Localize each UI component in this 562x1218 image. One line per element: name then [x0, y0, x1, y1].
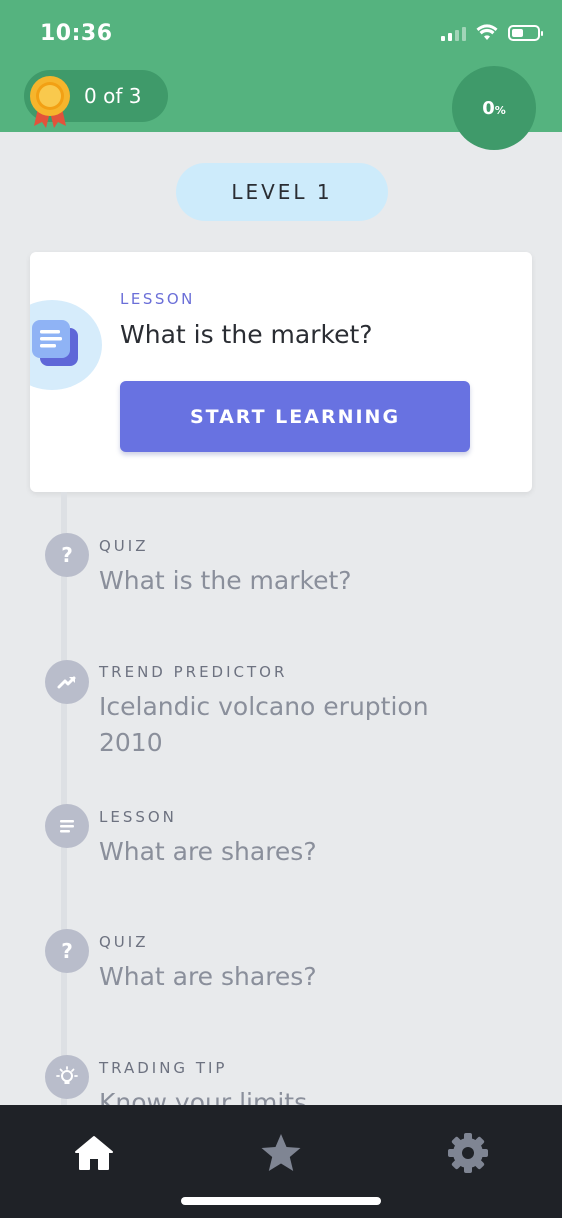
item-type-label: TRADING TIP	[99, 1059, 228, 1077]
status-time: 10:36	[40, 21, 113, 46]
trend-icon	[45, 660, 89, 704]
nav-settings-button[interactable]	[444, 1129, 492, 1177]
item-title: What is the market?	[99, 566, 352, 595]
nav-favorites-button[interactable]	[257, 1129, 305, 1177]
star-icon	[261, 1134, 301, 1171]
item-title: Icelandic volcano eruption 2010	[99, 692, 429, 757]
item-type-label: QUIZ	[99, 933, 149, 951]
badges-counter[interactable]: 0 of 3	[24, 70, 168, 128]
medal-icon	[30, 76, 70, 128]
card-type-label: LESSON	[120, 290, 195, 308]
status-icons	[441, 24, 543, 41]
wifi-icon	[476, 24, 498, 40]
lesson-document-icon	[32, 320, 78, 366]
home-icon	[75, 1136, 113, 1170]
question-icon: ?	[45, 929, 89, 973]
featured-lesson-card[interactable]: LESSON What is the market? START LEARNIN…	[30, 252, 532, 492]
item-title: What are shares?	[99, 962, 317, 991]
badges-count-label: 0 of 3	[84, 84, 142, 108]
card-title: What is the market?	[120, 320, 373, 349]
question-icon: ?	[45, 533, 89, 577]
progress-circle[interactable]: 0%	[452, 66, 536, 150]
signal-icon	[441, 25, 466, 41]
level-pill[interactable]: LEVEL 1	[176, 163, 388, 221]
gear-icon	[448, 1133, 488, 1173]
progress-unit: %	[494, 103, 506, 117]
battery-icon	[508, 24, 543, 41]
nav-home-button[interactable]	[70, 1129, 118, 1177]
item-type-label: LESSON	[99, 808, 177, 826]
lightbulb-icon	[45, 1055, 89, 1099]
item-title: What are shares?	[99, 837, 317, 866]
lesson-icon	[45, 804, 89, 848]
header-bar: 10:36 0 of 3 0%	[0, 0, 562, 150]
progress-value: 0	[482, 97, 495, 119]
item-type-label: TREND PREDICTOR	[99, 663, 288, 681]
start-learning-button[interactable]: START LEARNING	[120, 381, 470, 452]
home-indicator[interactable]	[181, 1197, 381, 1205]
item-type-label: QUIZ	[99, 537, 149, 555]
